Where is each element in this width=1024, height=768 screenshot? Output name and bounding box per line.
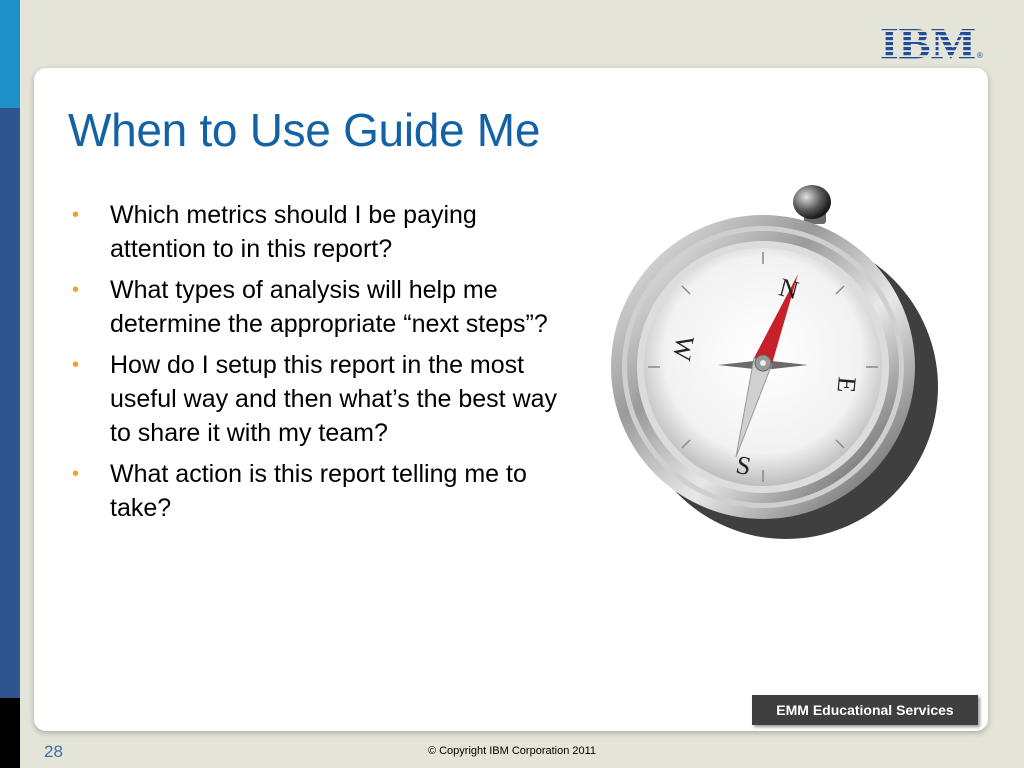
bullet-text: Which metrics should I be paying attenti… bbox=[110, 201, 477, 263]
compass-label-e: E bbox=[832, 376, 862, 394]
bullet-dot-icon: • bbox=[72, 463, 80, 485]
bullet-text: How do I setup this report in the most u… bbox=[110, 351, 558, 447]
bullet-item: • Which metrics should I be paying attent… bbox=[72, 198, 572, 266]
bullet-dot-icon: • bbox=[72, 204, 80, 226]
svg-text:®: ® bbox=[977, 51, 983, 60]
bullet-text: What action is this report telling me to… bbox=[110, 460, 527, 522]
slide-title: When to Use Guide Me bbox=[68, 104, 541, 156]
emm-educational-services-badge: EMM Educational Services bbox=[752, 695, 978, 725]
bullet-item: • What types of analysis will help me det… bbox=[72, 273, 572, 341]
side-accent-bar bbox=[0, 108, 20, 698]
side-accent-bar-light bbox=[0, 0, 20, 108]
side-accent-bar-dark bbox=[0, 698, 20, 768]
bullet-list: • Which metrics should I be paying attent… bbox=[72, 198, 572, 532]
copyright-notice: © Copyright IBM Corporation 2011 bbox=[427, 745, 597, 757]
bullet-text: What types of analysis will help me dete… bbox=[110, 276, 548, 338]
compass-image: N E S W bbox=[611, 185, 938, 539]
bullet-item: • What action is this report telling me t… bbox=[72, 457, 572, 525]
bullet-dot-icon: • bbox=[72, 354, 80, 376]
logo-text: IBM bbox=[880, 22, 976, 64]
bullet-item: • How do I setup this report in the most … bbox=[72, 348, 572, 450]
bullet-dot-icon: • bbox=[72, 279, 80, 301]
ibm-logo: IBM ® bbox=[880, 22, 983, 64]
